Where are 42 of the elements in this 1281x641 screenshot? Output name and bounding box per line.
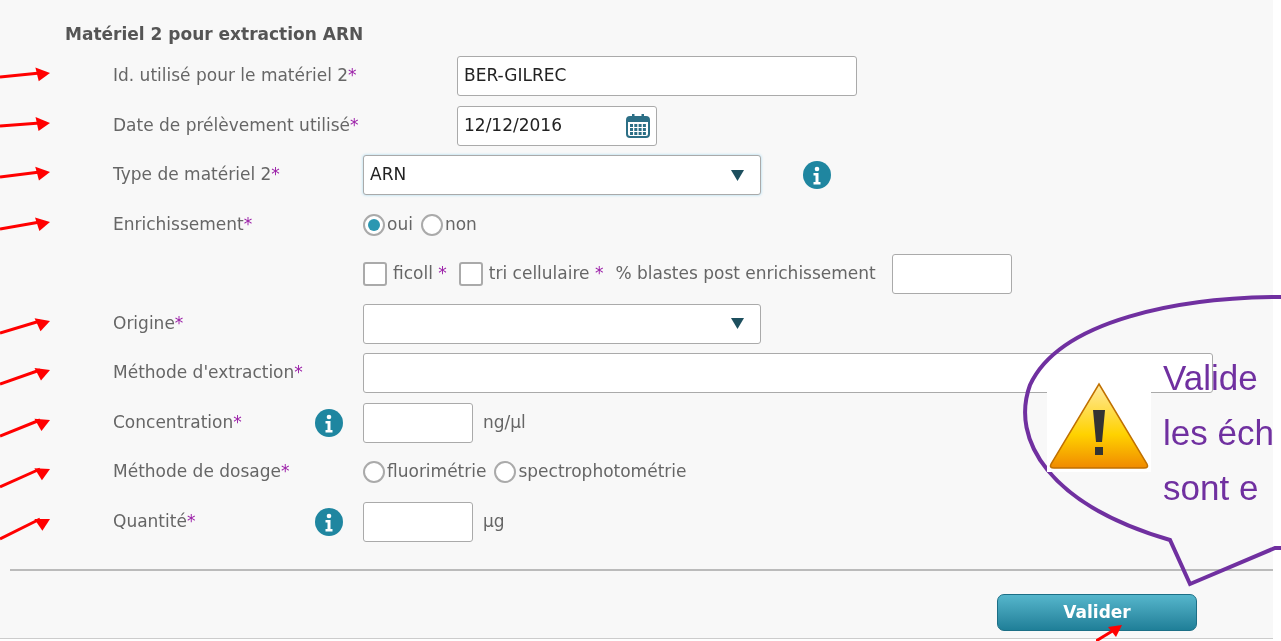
field-label: % blastes post enrichissement [615, 262, 876, 286]
field-label: Méthode de dosage* [113, 460, 291, 484]
checkbox[interactable] [458, 262, 483, 286]
unit-label: µg [483, 509, 505, 533]
callout-text-line: sont e [1163, 467, 1260, 509]
dropdown-caret-icon [731, 169, 744, 181]
info-icon[interactable] [315, 507, 343, 536]
date-field[interactable]: 12/12/2016 [457, 105, 657, 146]
checkbox-option[interactable]: tri cellulaire * [458, 261, 604, 287]
radio-option[interactable]: spectrophotométrie [494, 459, 687, 485]
info-icon[interactable] [315, 408, 343, 437]
radio-button[interactable] [420, 213, 443, 236]
field-label: Quantité* [113, 509, 197, 533]
radio-button[interactable] [494, 461, 517, 483]
field-label: Méthode d'extraction* [113, 361, 304, 385]
text-field[interactable] [363, 402, 473, 443]
calendar-icon[interactable] [626, 113, 650, 138]
radio-option[interactable]: oui [363, 211, 413, 238]
callout-text-line: les éch [1163, 412, 1274, 454]
radio-option[interactable]: fluorimétrie [363, 459, 487, 485]
radio-button[interactable] [363, 213, 385, 236]
unit-label: ng/µl [483, 410, 526, 434]
text-field[interactable] [363, 501, 473, 542]
text-field[interactable]: BER-GILREC [457, 56, 857, 96]
field-label: Origine* [113, 311, 185, 335]
section-title: Matériel 2 pour extraction ARN [65, 24, 364, 44]
field-label: Enrichissement* [113, 212, 254, 236]
select-dropdown[interactable] [363, 303, 761, 344]
dropdown-caret-icon [731, 318, 744, 329]
callout-text-line: Valide [1163, 357, 1259, 399]
field-label: Type de matériel 2* [113, 163, 281, 187]
radio-option[interactable]: non [420, 211, 477, 238]
validate-button[interactable]: Valider [997, 594, 1197, 631]
radio-button[interactable] [363, 461, 385, 483]
text-field[interactable] [891, 254, 1012, 294]
select-dropdown[interactable]: ARN [363, 155, 761, 195]
info-icon[interactable] [803, 161, 831, 189]
field-label: Concentration* [113, 410, 243, 434]
checkbox[interactable] [363, 262, 387, 286]
field-label: Id. utilisé pour le matériel 2* [113, 64, 358, 88]
field-label: Date de prélèvement utilisé* [113, 113, 360, 137]
checkbox-option[interactable]: ficoll * [363, 261, 447, 287]
